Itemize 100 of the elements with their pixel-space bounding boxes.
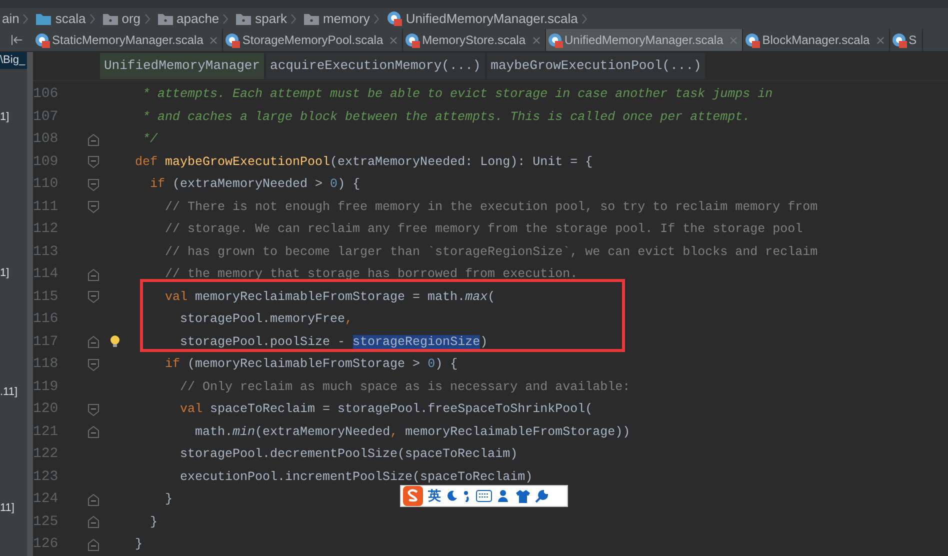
fold-icon[interactable] (88, 516, 99, 528)
code-line: } (134, 536, 143, 554)
code-line: val spaceToReclaim = storagePool.freeSpaceToShrinkPool( (179, 401, 593, 418)
code-line: storagePool.memoryFree, (179, 311, 353, 328)
close-icon[interactable] (210, 36, 218, 44)
close-icon[interactable] (532, 36, 540, 44)
code-line: * attempts. Each attempt must be able to evict storage in case another task jumps in (142, 86, 773, 104)
breadcrumb-item[interactable]: apache (176, 8, 220, 28)
line-number: 117 (33, 332, 60, 352)
line-number: 110 (33, 175, 60, 194)
code-line: math.min(extraMemoryNeeded, memoryReclaimableFromStorage)) (194, 424, 630, 441)
fold-icon[interactable] (88, 156, 99, 168)
folder-icon (304, 12, 319, 24)
folder-icon (236, 12, 252, 24)
code-line: // There is not enough free memory in the execution pool, so try to reclaim memory from (164, 198, 818, 216)
panel-text: 1] (0, 266, 10, 281)
breadcrumb-item[interactable]: UnifiedMemoryManager.scala (406, 8, 578, 28)
chevron-icon (290, 14, 296, 24)
code-line: // storage. We can reclaim any free memory from the storage pool. If the storage pool (164, 221, 803, 238)
code-line: */ (142, 131, 158, 148)
code-line: // has grown to become larger than `storageRegionSize`, we can evict blocks and reclaim (164, 244, 818, 261)
line-number: 121 (33, 422, 60, 442)
editor-tab[interactable]: StaticMemoryManager.scala (33, 29, 224, 51)
user-icon[interactable] (497, 489, 511, 503)
scala-file-icon (548, 32, 563, 48)
editor-tab[interactable]: BlockManager.scala (743, 29, 890, 51)
line-number: 111 (33, 198, 60, 217)
moon-icon[interactable] (446, 490, 458, 502)
editor-tab[interactable]: StorageMemoryPool.scala (223, 29, 404, 51)
fold-icon[interactable] (88, 426, 99, 438)
fold-icon[interactable] (88, 538, 99, 551)
fold-icon[interactable] (88, 268, 99, 281)
chevron-icon (144, 14, 150, 24)
code-line: } (149, 514, 158, 531)
ime-toolbar[interactable]: 英 (400, 485, 568, 507)
structure-crumb[interactable]: UnifiedMemoryManager (100, 53, 264, 78)
fold-icon[interactable] (88, 291, 99, 304)
code-line: if (memoryReclaimableFromStorage > 0) { (164, 356, 458, 374)
panel-text: 11] (0, 501, 16, 516)
code-line: executionPool.incrementPoolSize(spaceToReclaim) (179, 468, 533, 486)
panel-text: 1] (0, 110, 10, 124)
fold-icon[interactable] (88, 494, 99, 506)
line-number: 113 (33, 242, 60, 262)
code-line: storagePool.poolSize - storageRegionSize) (179, 334, 488, 351)
input-mode-label[interactable]: 英 (428, 486, 441, 506)
scala-file-icon (745, 32, 760, 48)
fold-icon[interactable] (88, 404, 99, 416)
sogou-logo-icon (403, 486, 423, 506)
code-line: def maybeGrowExecutionPool(extraMemoryNeeded: Long): Unit = { (134, 154, 593, 171)
line-number: 108 (33, 130, 60, 150)
collapse-icon[interactable] (10, 35, 22, 45)
code-line: // the memory that storage has borrowed from execution. (164, 266, 578, 284)
editor-tab[interactable]: UnifiedMemoryManager.scala (546, 29, 744, 51)
code-line: } (164, 491, 173, 508)
punctuation-icon[interactable] (463, 490, 471, 502)
chevron-icon (374, 14, 379, 24)
scala-file-icon (892, 32, 907, 48)
scala-file-icon (405, 32, 420, 48)
folder-icon (102, 12, 118, 24)
editor-tab[interactable]: S (890, 29, 923, 51)
keyboard-icon[interactable] (476, 490, 492, 502)
line-number: 119 (33, 378, 60, 397)
line-number: 124 (33, 490, 60, 510)
lightbulb-icon[interactable] (110, 335, 120, 348)
chevron-icon (582, 14, 587, 24)
code-line: if (extraMemoryNeeded > 0) { (149, 176, 360, 194)
structure-crumb[interactable]: maybeGrowExecutionPool(...) (486, 53, 706, 78)
chevron-icon (23, 14, 28, 24)
chevron-icon (90, 14, 95, 24)
breadcrumb-item[interactable]: ain (2, 8, 20, 28)
scala-file-icon (35, 32, 50, 48)
line-number: 116 (33, 310, 60, 330)
line-number: 115 (33, 288, 60, 307)
fold-icon[interactable] (88, 336, 99, 348)
close-icon[interactable] (876, 36, 884, 44)
close-icon[interactable] (390, 36, 398, 44)
code-line: val memoryReclaimableFromStorage = math.max( (164, 288, 496, 306)
breadcrumb-item[interactable]: org (122, 8, 141, 28)
fold-icon[interactable] (88, 201, 99, 214)
breadcrumb-item[interactable]: memory (322, 8, 370, 28)
breadcrumb-item[interactable]: spark (255, 8, 287, 28)
code-line: storagePool.decrementPoolSize(spaceToReclaim) (179, 446, 518, 464)
editor-tab[interactable]: MemoryStore.scala (403, 29, 546, 51)
wrench-icon[interactable] (535, 490, 548, 502)
code-line: * and caches a large block between the attempts. This is called once per attempt. (142, 108, 750, 126)
line-number: 126 (33, 535, 60, 554)
breadcrumb-item[interactable]: scala (55, 8, 86, 28)
line-number: 118 (33, 355, 60, 374)
panel-text: \Big_ (0, 52, 27, 68)
line-number: 120 (33, 400, 60, 420)
fold-icon[interactable] (88, 134, 99, 146)
code-line: // Only reclaim as much space as is necessary and available: (179, 378, 630, 396)
structure-crumb[interactable]: acquireExecutionMemory(...) (266, 53, 485, 78)
line-number: 107 (33, 108, 60, 127)
line-number: 122 (33, 445, 60, 464)
fold-icon[interactable] (88, 178, 99, 191)
folder-icon (158, 12, 173, 24)
fold-icon[interactable] (88, 358, 99, 371)
shirt-icon[interactable] (516, 490, 530, 502)
line-number: 125 (33, 512, 60, 532)
